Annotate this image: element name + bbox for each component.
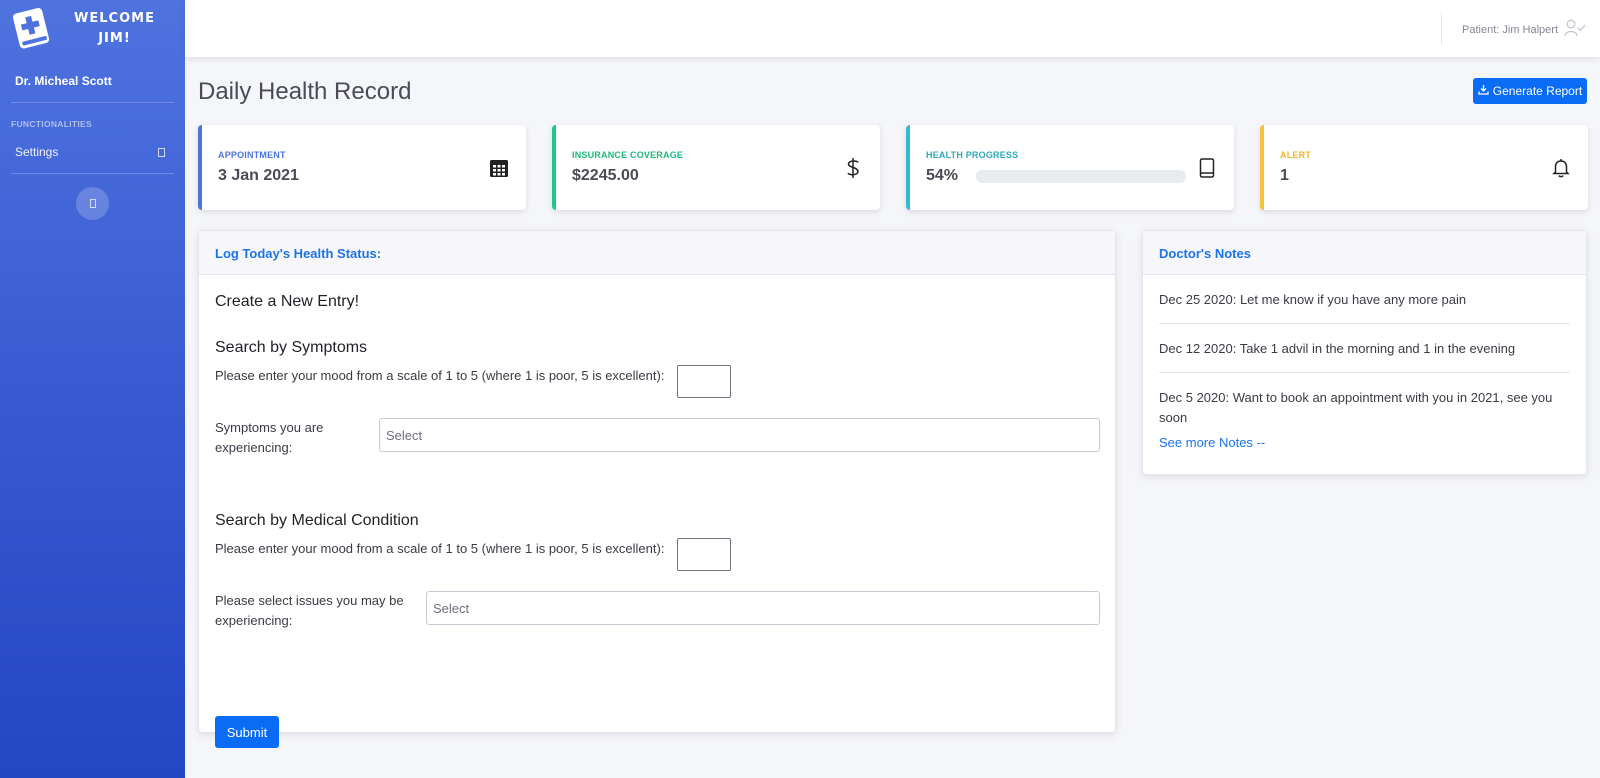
doctors-notes-panel: Doctor's Notes Dec 25 2020: Let me know … xyxy=(1142,230,1587,475)
note-item: Dec 12 2020: Take 1 advil in the morning… xyxy=(1159,324,1570,373)
page-title: Daily Health Record xyxy=(198,78,412,105)
sidebar-item-settings[interactable]: Settings xyxy=(0,135,185,173)
welcome-text: WELCOME JIM! xyxy=(74,11,155,46)
card-label: INSURANCE COVERAGE xyxy=(572,150,684,160)
notes-list: Dec 25 2020: Let me know if you have any… xyxy=(1143,275,1586,434)
card-value: 1 xyxy=(1280,167,1289,184)
user-check-icon xyxy=(1564,19,1586,40)
symptoms-select[interactable]: Select xyxy=(379,418,1100,452)
doctors-notes-header: Doctor's Notes xyxy=(1143,231,1586,275)
toggle-icon xyxy=(89,199,96,208)
calendar-icon xyxy=(488,157,510,179)
sidebar: WELCOME JIM! Dr. Micheal Scott FUNCTIONA… xyxy=(0,0,185,778)
health-log-header: Log Today's Health Status: xyxy=(199,231,1115,275)
note-item: Dec 5 2020: Want to book an appointment … xyxy=(1159,390,1553,425)
book-icon xyxy=(1196,157,1218,179)
sidebar-toggle-button[interactable] xyxy=(76,187,109,220)
sidebar-item-label: Settings xyxy=(15,145,59,159)
condition-title: Search by Medical Condition xyxy=(215,512,419,529)
brand[interactable]: WELCOME JIM! xyxy=(0,0,185,58)
condition-mood-label: Please enter your mood from a scale of 1… xyxy=(215,541,665,556)
card-value: $2245.00 xyxy=(572,167,639,184)
card-value: 54% xyxy=(926,167,959,184)
download-icon xyxy=(1478,84,1489,98)
card-alert[interactable]: ALERT 1 xyxy=(1260,125,1588,210)
health-log-panel: Log Today's Health Status: Create a New … xyxy=(198,230,1116,748)
symptoms-mood-input[interactable] xyxy=(677,365,731,398)
card-appointment[interactable]: APPOINTMENT 3 Jan 2021 xyxy=(198,125,526,210)
submit-button[interactable]: Submit xyxy=(215,716,279,748)
symptoms-title: Search by Symptoms xyxy=(215,339,368,356)
condition-select[interactable]: Select xyxy=(426,591,1100,625)
card-label: HEALTH PROGRESS xyxy=(926,150,1019,160)
entry-title: Create a New Entry! xyxy=(215,293,360,310)
health-progress-bar xyxy=(976,170,1186,183)
card-label: ALERT xyxy=(1280,150,1311,160)
card-label: APPOINTMENT xyxy=(218,150,286,160)
chevron-icon xyxy=(158,147,165,157)
generate-report-button[interactable]: Generate Report xyxy=(1473,78,1587,104)
sidebar-heading: FUNCTIONALITIES xyxy=(11,119,92,129)
patient-dropdown[interactable]: Patient: Jim Halpert xyxy=(1462,19,1586,40)
see-more-notes-link[interactable]: See more Notes -- xyxy=(1143,435,1281,450)
condition-mood-input[interactable] xyxy=(677,538,731,571)
topbar: Patient: Jim Halpert xyxy=(185,0,1600,57)
condition-select-label: Please select issues you may be experien… xyxy=(215,593,404,628)
generate-report-label: Generate Report xyxy=(1492,84,1583,98)
health-progress-fill xyxy=(976,170,1090,183)
note-item: Dec 25 2020: Let me know if you have any… xyxy=(1159,275,1570,324)
symptoms-mood-label: Please enter your mood from a scale of 1… xyxy=(215,368,665,383)
patient-name: Patient: Jim Halpert xyxy=(1462,23,1558,36)
topbar-divider xyxy=(1441,13,1442,44)
card-value: 3 Jan 2021 xyxy=(218,167,299,184)
bell-icon xyxy=(1550,157,1572,179)
sidebar-divider xyxy=(11,173,174,174)
medical-book-icon xyxy=(10,6,54,50)
doctor-name: Dr. Micheal Scott xyxy=(15,74,112,88)
dollar-icon xyxy=(842,157,864,179)
symptoms-select-label: Symptoms you are experiencing: xyxy=(215,420,324,455)
card-health-progress[interactable]: HEALTH PROGRESS 54% xyxy=(906,125,1234,210)
card-insurance[interactable]: INSURANCE COVERAGE $2245.00 xyxy=(552,125,880,210)
